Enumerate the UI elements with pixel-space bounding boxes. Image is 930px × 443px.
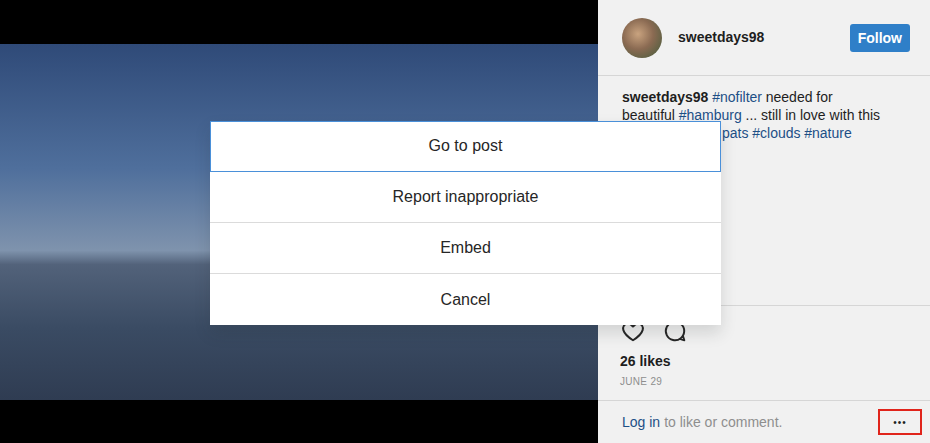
menu-item[interactable]: Go to post bbox=[210, 121, 721, 172]
menu-item[interactable]: Cancel bbox=[210, 274, 721, 325]
hashtag[interactable]: #clouds bbox=[752, 125, 800, 141]
avatar[interactable] bbox=[622, 18, 662, 58]
caption-username[interactable]: sweetdays98 bbox=[622, 89, 708, 105]
post-header: sweetdays98 Follow bbox=[598, 0, 930, 76]
login-prompt: Log into like or comment. bbox=[622, 412, 782, 433]
login-text: to like or comment. bbox=[664, 414, 782, 430]
menu-item[interactable]: Embed bbox=[210, 223, 721, 274]
more-options-button[interactable]: ••• bbox=[878, 409, 922, 435]
caption-text: needed for bbox=[766, 89, 833, 105]
options-menu: Go to postReport inappropriateEmbedCance… bbox=[210, 121, 721, 325]
hashtag[interactable]: pats bbox=[722, 125, 748, 141]
hashtag[interactable]: #nature bbox=[804, 125, 851, 141]
hashtag[interactable]: #nofilter bbox=[712, 89, 762, 105]
caption-text: ... still in love with this bbox=[746, 107, 881, 123]
post-date: JUNE 29 bbox=[620, 376, 910, 388]
username[interactable]: sweetdays98 bbox=[678, 27, 764, 48]
menu-item[interactable]: Report inappropriate bbox=[210, 172, 721, 223]
caption-line: sweetdays98#nofilterneeded for bbox=[622, 88, 910, 106]
post-viewer: sweetdays98Followsweetdays98#nofilternee… bbox=[0, 0, 930, 443]
follow-button[interactable]: Follow bbox=[850, 24, 910, 52]
comment-bar: Log into like or comment. ••• bbox=[598, 400, 930, 443]
likes-count[interactable]: 26 likes bbox=[620, 352, 910, 370]
login-link[interactable]: Log in bbox=[622, 414, 660, 430]
